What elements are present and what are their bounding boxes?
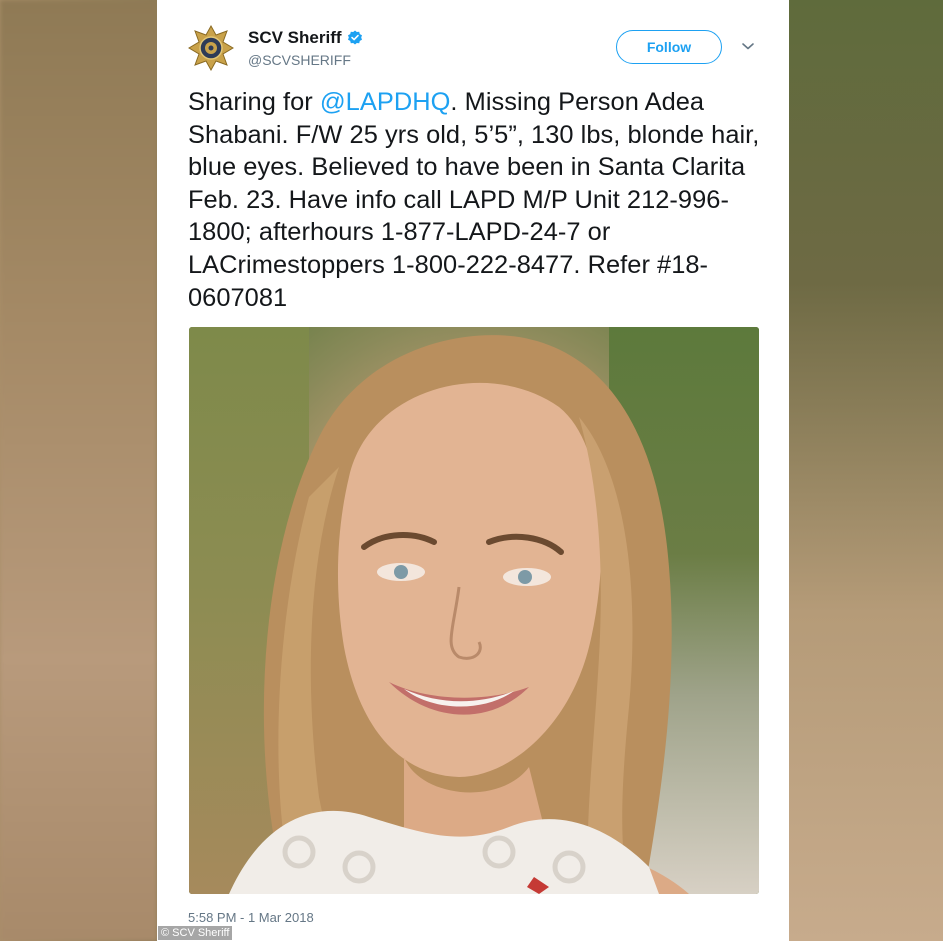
background-right-blur	[789, 0, 943, 941]
photo-credit-watermark: © SCV Sheriff	[158, 926, 233, 940]
chevron-down-icon[interactable]	[741, 41, 755, 51]
sheriff-star-badge-icon[interactable]	[188, 25, 234, 71]
tweet-timestamp[interactable]: 5:58 PM - 1 Mar 2018	[188, 910, 314, 925]
author-name-row[interactable]: SCV Sheriff	[248, 28, 363, 48]
author-handle[interactable]: @SCVSHERIFF	[248, 52, 351, 68]
tweet-text-prefix: Sharing for	[188, 88, 320, 116]
follow-button[interactable]: Follow	[616, 30, 722, 64]
verified-badge-icon	[347, 30, 362, 45]
tweet-card: SCV Sheriff @SCVSHERIFF Follow Sharing f…	[157, 0, 789, 941]
author-display-name[interactable]: SCV Sheriff	[248, 28, 342, 48]
mention-link[interactable]: @LAPDHQ	[320, 88, 451, 116]
tweet-photo[interactable]	[189, 327, 759, 894]
background-left-blur	[0, 0, 157, 941]
tweet-text-body: . Missing Person Adea Shabani. F/W 25 yr…	[188, 88, 760, 312]
portrait-illustration	[229, 335, 689, 894]
tweet-text: Sharing for @LAPDHQ. Missing Person Adea…	[188, 86, 768, 314]
